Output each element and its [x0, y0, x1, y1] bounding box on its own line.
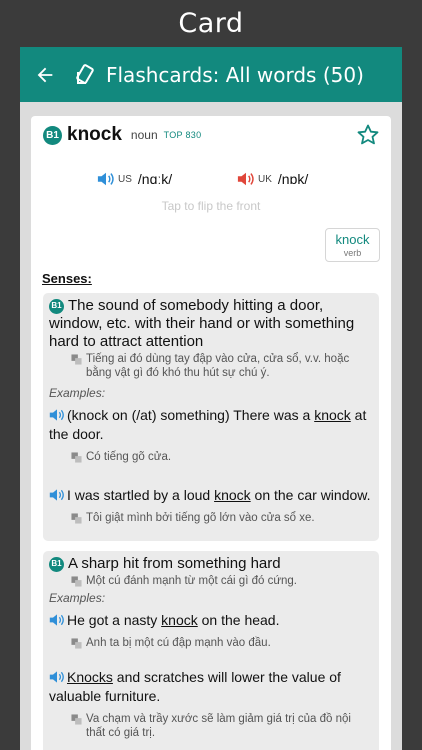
- translate-icon: [71, 513, 82, 524]
- example-translation: Anh ta bị một cú đập mạnh vào đầu.: [71, 636, 371, 650]
- example-sentence[interactable]: Knocks and scratches will lower the valu…: [49, 668, 371, 706]
- flashcard[interactable]: B1 knock noun TOP 830 US /nɑːk/ UK /nɒk/…: [31, 116, 391, 750]
- part-of-speech: noun: [130, 128, 158, 142]
- definition-translation: Một cú đánh mạnh từ một cái gì đó cứng.: [71, 574, 371, 588]
- app-bar: Flashcards: All words (50): [20, 47, 402, 102]
- headword: knock: [67, 124, 122, 145]
- rank-badge: TOP 830: [163, 130, 202, 140]
- translate-icon: [71, 452, 82, 463]
- related-word: knock: [335, 232, 370, 247]
- uk-pronunciation[interactable]: UK /nɒk/: [237, 171, 308, 187]
- speaker-icon[interactable]: [49, 613, 65, 627]
- level-badge: B1: [49, 298, 64, 314]
- translate-icon: [71, 714, 82, 725]
- speaker-icon[interactable]: [49, 408, 65, 422]
- favorite-button[interactable]: [356, 123, 380, 147]
- speaker-icon[interactable]: [49, 670, 65, 684]
- uk-ipa: /nɒk/: [277, 171, 309, 187]
- screen-caption: Card: [178, 8, 244, 39]
- definition-translation: Tiếng ai đó dùng tay đập vào cửa, cửa sổ…: [71, 352, 371, 380]
- example-sentence[interactable]: I was startled by a loud knock on the ca…: [49, 486, 371, 505]
- examples-label: Examples:: [49, 591, 106, 605]
- us-label: US: [118, 173, 132, 185]
- senses-heading: Senses:: [42, 271, 92, 286]
- sense-block: B1 A sharp hit from something hard Một cú…: [43, 551, 379, 750]
- example-translation: Có tiếng gõ cửa.: [71, 450, 371, 464]
- sense-definition: B1 The sound of somebody hitting a door, …: [49, 297, 355, 350]
- star-icon: [357, 124, 379, 145]
- phone-screen: Flashcards: All words (50) B1 knock noun…: [20, 47, 402, 750]
- uk-label: UK: [258, 173, 272, 185]
- translate-icon: [71, 638, 82, 649]
- example-sentence[interactable]: He got a nasty knock on the head.: [49, 611, 371, 630]
- example-sentence[interactable]: (knock on (/at) something) There was a k…: [49, 406, 371, 444]
- flip-hint: Tap to flip the front: [161, 199, 261, 213]
- level-badge: B1: [43, 125, 62, 145]
- entry-header: B1 knock noun TOP 830: [43, 124, 201, 146]
- us-pronunciation[interactable]: US /nɑːk/: [97, 171, 172, 187]
- related-word-chip[interactable]: knock verb: [325, 228, 380, 262]
- back-button[interactable]: [24, 47, 66, 102]
- speaker-icon: [237, 172, 254, 186]
- arrow-left-icon: [37, 67, 53, 82]
- us-ipa: /nɑːk/: [137, 171, 173, 187]
- flashcards-icon: [74, 62, 100, 88]
- related-pos: verb: [343, 248, 362, 258]
- translate-icon: [71, 576, 82, 587]
- translate-icon: [71, 354, 82, 365]
- level-badge: B1: [49, 556, 64, 572]
- example-translation: Va chạm và trầy xước sẽ làm giảm giá trị…: [71, 712, 371, 740]
- speaker-icon: [97, 172, 114, 186]
- sense-block: B1 The sound of somebody hitting a door, …: [43, 293, 379, 541]
- sense-definition: B1 A sharp hit from something hard: [49, 555, 371, 573]
- page-title: Flashcards: All words (50): [106, 62, 364, 87]
- example-translation: Tôi giật mình bởi tiếng gõ lớn vào cửa s…: [71, 511, 371, 525]
- speaker-icon[interactable]: [49, 488, 65, 502]
- examples-label: Examples:: [49, 386, 106, 400]
